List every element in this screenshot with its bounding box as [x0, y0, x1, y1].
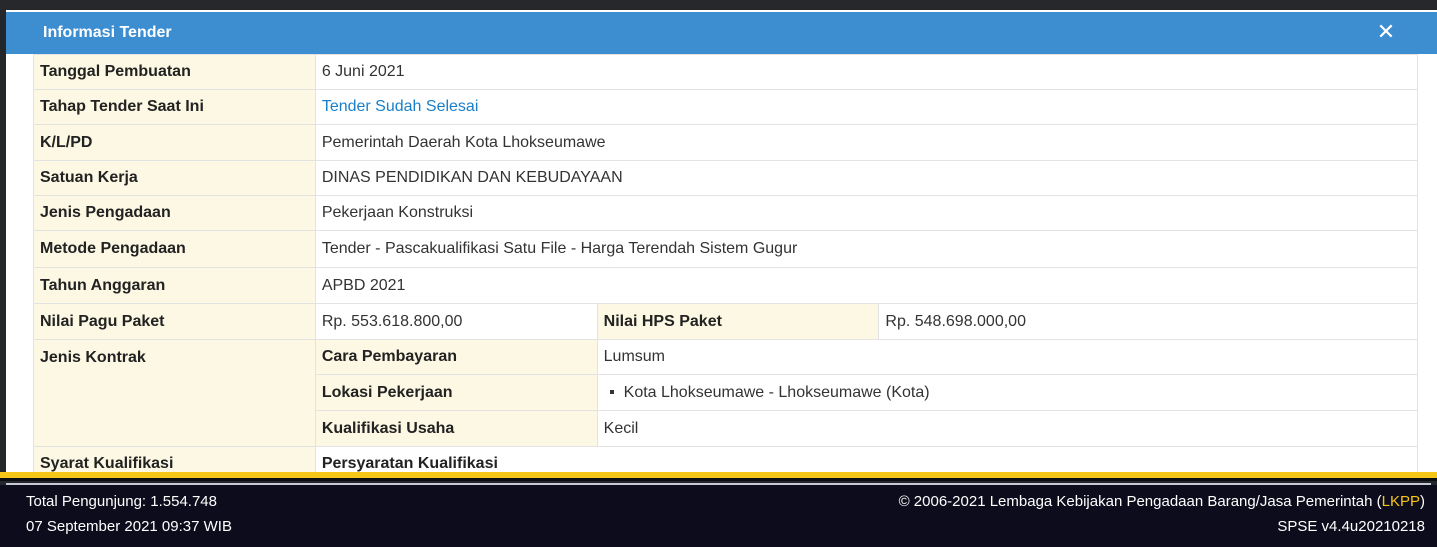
table-row: Satuan Kerja DINAS PENDIDIKAN DAN KEBUDA…: [33, 160, 1419, 196]
footer: Total Pengunjung: 1.554.748 07 September…: [0, 485, 1437, 547]
row-value: Pemerintah Daerah Kota Lhokseumawe: [314, 124, 1419, 161]
visitor-count: Total Pengunjung: 1.554.748: [26, 493, 217, 510]
tender-info-modal: Informasi Tender ✕ Tanggal Pembuatan 6 J…: [6, 10, 1437, 472]
row-label: Tanggal Pembuatan: [33, 54, 316, 90]
row-value: Tender - Pascakualifikasi Satu File - Ha…: [314, 230, 1419, 268]
table-row: Nilai Pagu Paket Rp. 553.618.800,00 Nila…: [33, 303, 1418, 340]
row-label: Jenis Kontrak: [33, 339, 316, 447]
copyright: © 2006-2021 Lembaga Kebijakan Pengadaan …: [899, 493, 1425, 510]
table-row: Jenis Pengadaan Pekerjaan Konstruksi: [33, 195, 1419, 231]
lokasi-pekerjaan-label: Lokasi Pekerjaan: [314, 374, 598, 411]
tender-info-table: Tanggal Pembuatan 6 Juni 2021 Tahap Tend…: [33, 54, 1419, 472]
cara-pembayaran-value: Lumsum: [596, 339, 1419, 375]
row-label: Syarat Kualifikasi: [33, 446, 316, 472]
kualifikasi-usaha-label: Kualifikasi Usaha: [314, 410, 598, 447]
table-row: Tahun Anggaran APBD 2021: [33, 267, 1419, 304]
table-row: K/L/PD Pemerintah Daerah Kota Lhokseumaw…: [33, 124, 1419, 161]
table-row: Jenis Kontrak Cara Pembayaran Lumsum: [33, 339, 1419, 447]
row-label: Tahun Anggaran: [33, 267, 316, 304]
nilai-hps-value: Rp. 548.698.000,00: [878, 303, 1418, 340]
row-label: Nilai Pagu Paket: [33, 303, 316, 340]
tahap-tender-cell: Tender Sudah Selesai: [314, 89, 1419, 125]
row-label: Metode Pengadaan: [33, 230, 316, 268]
row-value: APBD 2021: [314, 267, 1419, 304]
table-row: Metode Pengadaan Tender - Pascakualifika…: [33, 230, 1419, 268]
lokasi-pekerjaan-cell: Kota Lhokseumawe - Lhokseumawe (Kota): [596, 374, 1419, 411]
copyright-text: © 2006-2021 Lembaga Kebijakan Pengadaan …: [898, 493, 1382, 510]
table-row: Tanggal Pembuatan 6 Juni 2021: [33, 54, 1419, 90]
row-label: Satuan Kerja: [33, 160, 316, 196]
table-row: Tahap Tender Saat Ini Tender Sudah Seles…: [33, 89, 1419, 125]
row-value: Pekerjaan Konstruksi: [314, 195, 1419, 231]
version-text: SPSE v4.4u20210218: [1277, 518, 1425, 535]
table-row: Syarat Kualifikasi Persyaratan Kualifika…: [33, 446, 1419, 472]
row-label: Tahap Tender Saat Ini: [33, 89, 316, 125]
nilai-pagu-value: Rp. 553.618.800,00: [314, 303, 598, 340]
row-value: Persyaratan Kualifikasi: [314, 446, 1419, 472]
row-value: DINAS PENDIDIKAN DAN KEBUDAYAAN: [314, 160, 1419, 196]
footer-datetime: 07 September 2021 09:37 WIB: [26, 518, 232, 535]
lokasi-pekerjaan-value: Kota Lhokseumawe - Lhokseumawe (Kota): [623, 383, 930, 401]
bullet-icon: [609, 389, 614, 394]
row-value: 6 Juni 2021: [314, 54, 1419, 90]
copyright-suffix: ): [1420, 493, 1425, 510]
row-label: Jenis Pengadaan: [33, 195, 316, 231]
footer-divider: [0, 478, 1437, 481]
close-icon[interactable]: ✕: [1375, 21, 1397, 43]
row-label: K/L/PD: [33, 124, 316, 161]
modal-header: Informasi Tender ✕: [6, 12, 1437, 54]
modal-title: Informasi Tender: [43, 24, 172, 41]
nilai-hps-label: Nilai HPS Paket: [596, 303, 880, 340]
cara-pembayaran-label: Cara Pembayaran: [314, 339, 598, 375]
tahap-tender-link[interactable]: Tender Sudah Selesai: [322, 98, 479, 115]
kualifikasi-usaha-value: Kecil: [596, 410, 1419, 447]
lkpp-link[interactable]: LKPP: [1382, 493, 1420, 510]
top-bar: [0, 0, 1437, 10]
modal-body[interactable]: Tanggal Pembuatan 6 Juni 2021 Tahap Tend…: [6, 54, 1437, 472]
